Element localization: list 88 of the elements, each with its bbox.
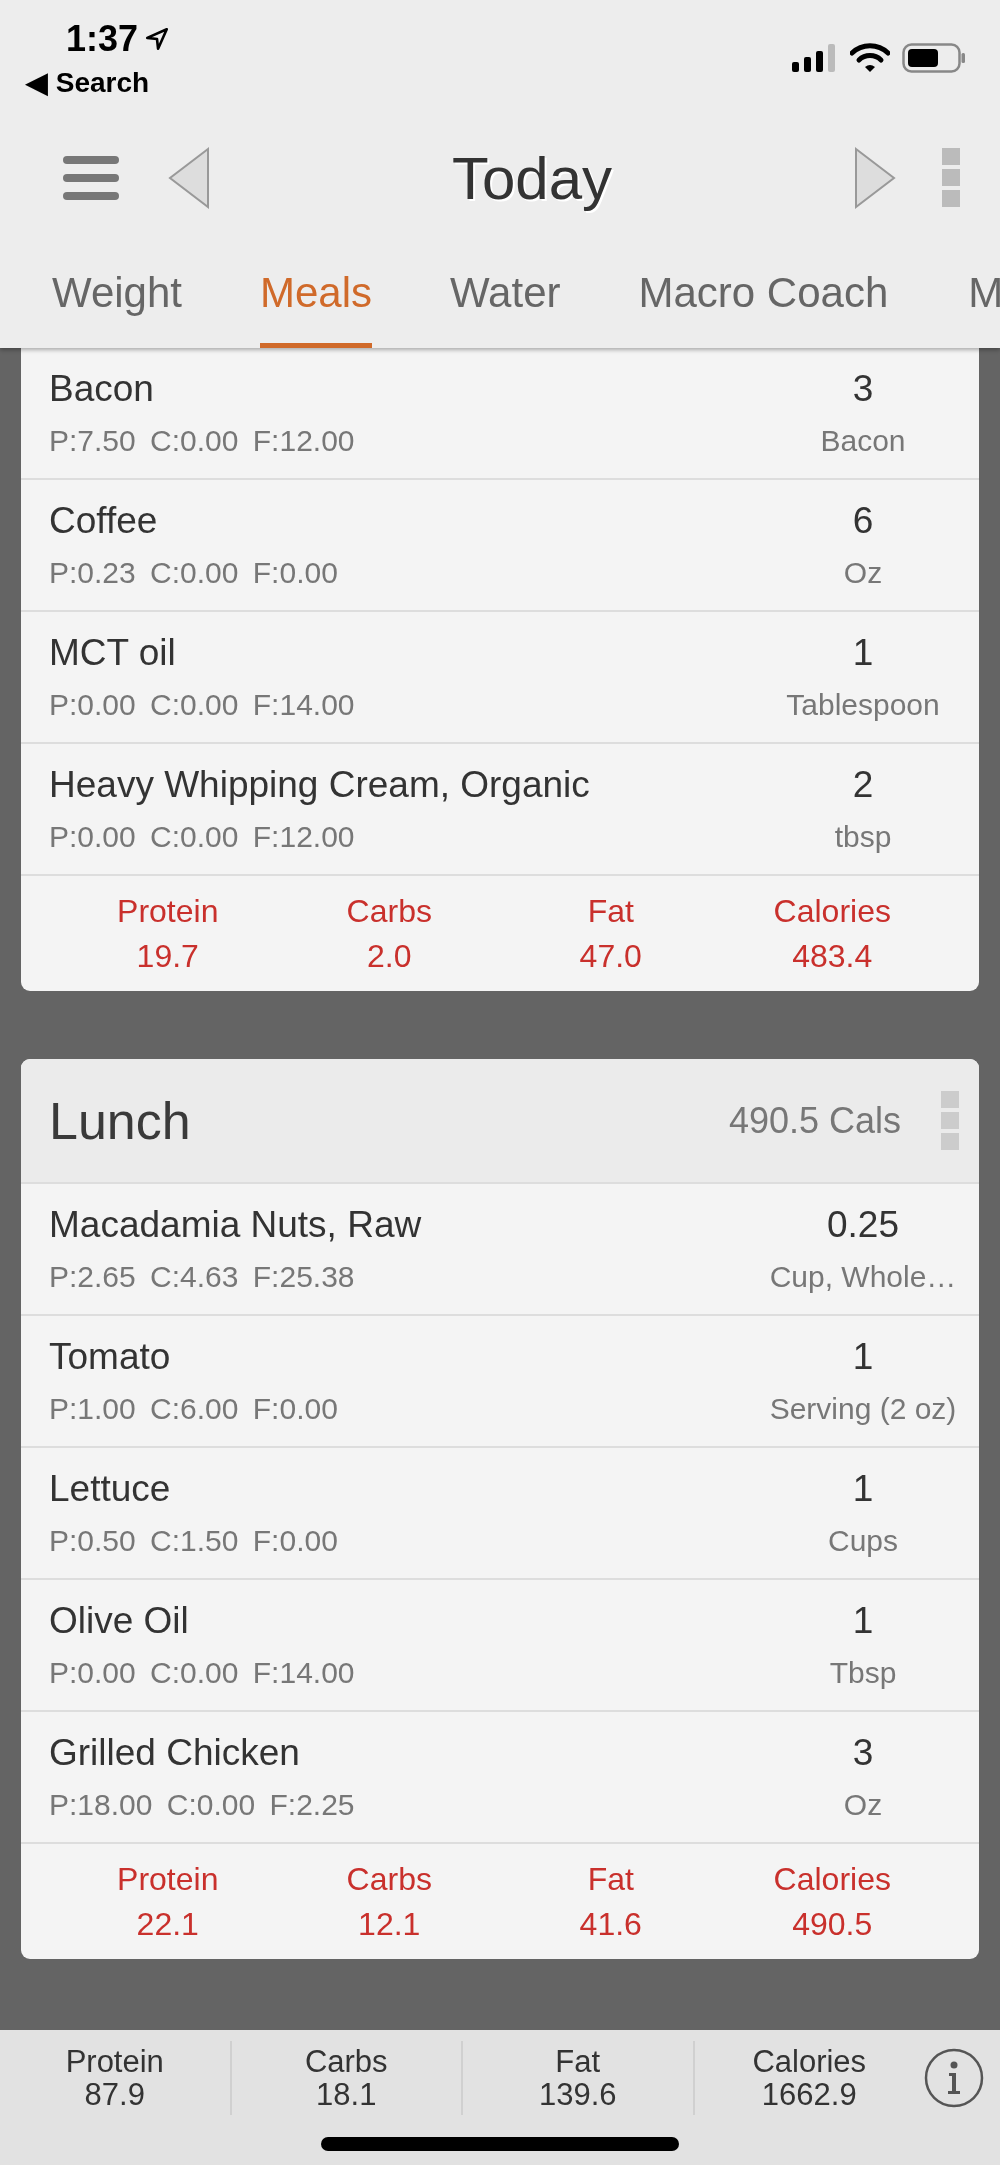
summary-value: 87.9 (84, 2078, 145, 2110)
food-unit: Tbsp (829, 1656, 897, 1690)
total-value: 19.7 (136, 937, 199, 975)
food-unit: Cup, Whole… (769, 1260, 957, 1294)
food-name: Macadamia Nuts, Raw (49, 1204, 423, 1246)
food-row[interactable]: Olive Oil P:0.00 C:0.00 F:14.00 1 Tbsp (21, 1580, 979, 1712)
food-unit: Oz (843, 556, 883, 590)
total-value: 2.0 (367, 937, 412, 975)
meal-calories: 490.5 Cals (728, 1099, 901, 1142)
summary-label: Fat (555, 2045, 601, 2077)
total-label: Protein (117, 892, 219, 930)
food-macros: P:0.23 C:0.00 F:0.00 (49, 556, 339, 590)
wifi-icon (850, 43, 890, 73)
food-amount: 3 (852, 368, 874, 410)
food-unit: Serving (2 oz) (769, 1392, 957, 1426)
total-value: 490.5 (792, 1905, 873, 1943)
total-value: 22.1 (136, 1905, 199, 1943)
previous-day-icon[interactable] (168, 147, 210, 209)
next-day-icon[interactable] (854, 147, 896, 209)
food-row[interactable]: Lettuce P:0.50 C:1.50 F:0.00 1 Cups (21, 1448, 979, 1580)
total-label: Fat (587, 892, 634, 930)
total-label: Fat (587, 1860, 634, 1898)
food-macros: P:0.50 C:1.50 F:0.00 (49, 1524, 339, 1558)
total-label: Carbs (346, 892, 432, 930)
location-arrow-icon (144, 26, 171, 52)
food-amount: 6 (852, 500, 874, 542)
food-amount: 0.25 (827, 1204, 899, 1246)
food-amount: 2 (852, 764, 874, 806)
tab[interactable]: Macro Coach (638, 269, 889, 348)
total-value: 483.4 (792, 937, 873, 975)
food-row[interactable]: Macadamia Nuts, Raw P:2.65 C:4.63 F:25.38 0.25 Cup, Whole… (21, 1184, 979, 1316)
info-icon[interactable] (924, 2047, 984, 2108)
food-amount: 1 (852, 1336, 874, 1378)
menu-icon[interactable] (62, 153, 120, 203)
food-name: MCT oil (49, 632, 177, 674)
tab[interactable]: Weight (52, 269, 182, 348)
food-amount: 1 (852, 632, 874, 674)
summary-label: Calories (752, 2045, 867, 2077)
tab[interactable]: M (968, 269, 1000, 348)
food-amount: 3 (852, 1732, 874, 1774)
food-unit: tbsp (834, 820, 892, 854)
food-name: Tomato (49, 1336, 172, 1378)
food-unit: Oz (843, 1788, 883, 1822)
summary-label: Carbs (304, 2045, 388, 2077)
food-macros: P:18.00 C:0.00 F:2.25 (49, 1788, 356, 1822)
food-unit: Cups (827, 1524, 898, 1558)
total-label: Protein (117, 1860, 219, 1898)
food-name: Olive Oil (49, 1600, 190, 1642)
summary-value: 18.1 (316, 2078, 377, 2110)
total-label: Calories (773, 1860, 891, 1898)
food-row[interactable]: Coffee P:0.23 C:0.00 F:0.00 6 Oz (21, 480, 979, 612)
food-name: Lettuce (49, 1468, 172, 1510)
food-amount: 1 (852, 1600, 874, 1642)
food-macros: P:0.00 C:0.00 F:14.00 (49, 1656, 356, 1690)
page-title: Today (450, 143, 614, 213)
more-options-icon[interactable] (942, 148, 960, 208)
food-macros: P:0.00 C:0.00 F:12.00 (49, 820, 356, 854)
summary-value: 139.6 (538, 2078, 617, 2110)
total-value: 47.0 (579, 937, 642, 975)
food-name: Coffee (49, 500, 159, 542)
status-time: 1:37 (66, 18, 139, 60)
meal-title: Lunch (49, 1090, 192, 1151)
total-label: Calories (773, 892, 891, 930)
food-row[interactable]: Tomato P:1.00 C:6.00 F:0.00 1 Serving (2 oz) (21, 1316, 979, 1448)
total-value: 41.6 (579, 1905, 642, 1943)
food-row[interactable]: MCT oil P:0.00 C:0.00 F:14.00 1 Tablespoon (21, 612, 979, 744)
summary-value: 1662.9 (761, 2078, 857, 2110)
signal-icon (792, 44, 838, 72)
total-value: 12.1 (358, 1905, 421, 1943)
food-macros: P:1.00 C:6.00 F:0.00 (49, 1392, 339, 1426)
food-amount: 1 (852, 1468, 874, 1510)
back-to-search-link[interactable]: ◀ Search (26, 66, 171, 99)
food-name: Grilled Chicken (49, 1732, 301, 1774)
meal-options-icon[interactable] (941, 1090, 959, 1151)
food-row[interactable]: Heavy Whipping Cream, Organic P:0.00 C:0.00 F:12.00 2 tbsp (21, 744, 979, 876)
food-unit: Bacon (820, 424, 906, 458)
food-macros: P:0.00 C:0.00 F:14.00 (49, 688, 356, 722)
food-macros: P:2.65 C:4.63 F:25.38 (49, 1260, 356, 1294)
food-row[interactable]: Grilled Chicken P:18.00 C:0.00 F:2.25 3 Oz (21, 1712, 979, 1844)
total-label: Carbs (346, 1860, 432, 1898)
food-name: Heavy Whipping Cream, Organic (49, 764, 591, 806)
summary-label: Protein (65, 2045, 164, 2077)
food-row[interactable]: Bacon P:7.50 C:0.00 F:12.00 3 Bacon (21, 348, 979, 480)
battery-icon (902, 43, 966, 73)
food-macros: P:7.50 C:0.00 F:12.00 (49, 424, 356, 458)
food-unit: Tablespoon (786, 688, 940, 722)
tab[interactable]: Water (450, 269, 561, 348)
food-name: Bacon (49, 368, 155, 410)
